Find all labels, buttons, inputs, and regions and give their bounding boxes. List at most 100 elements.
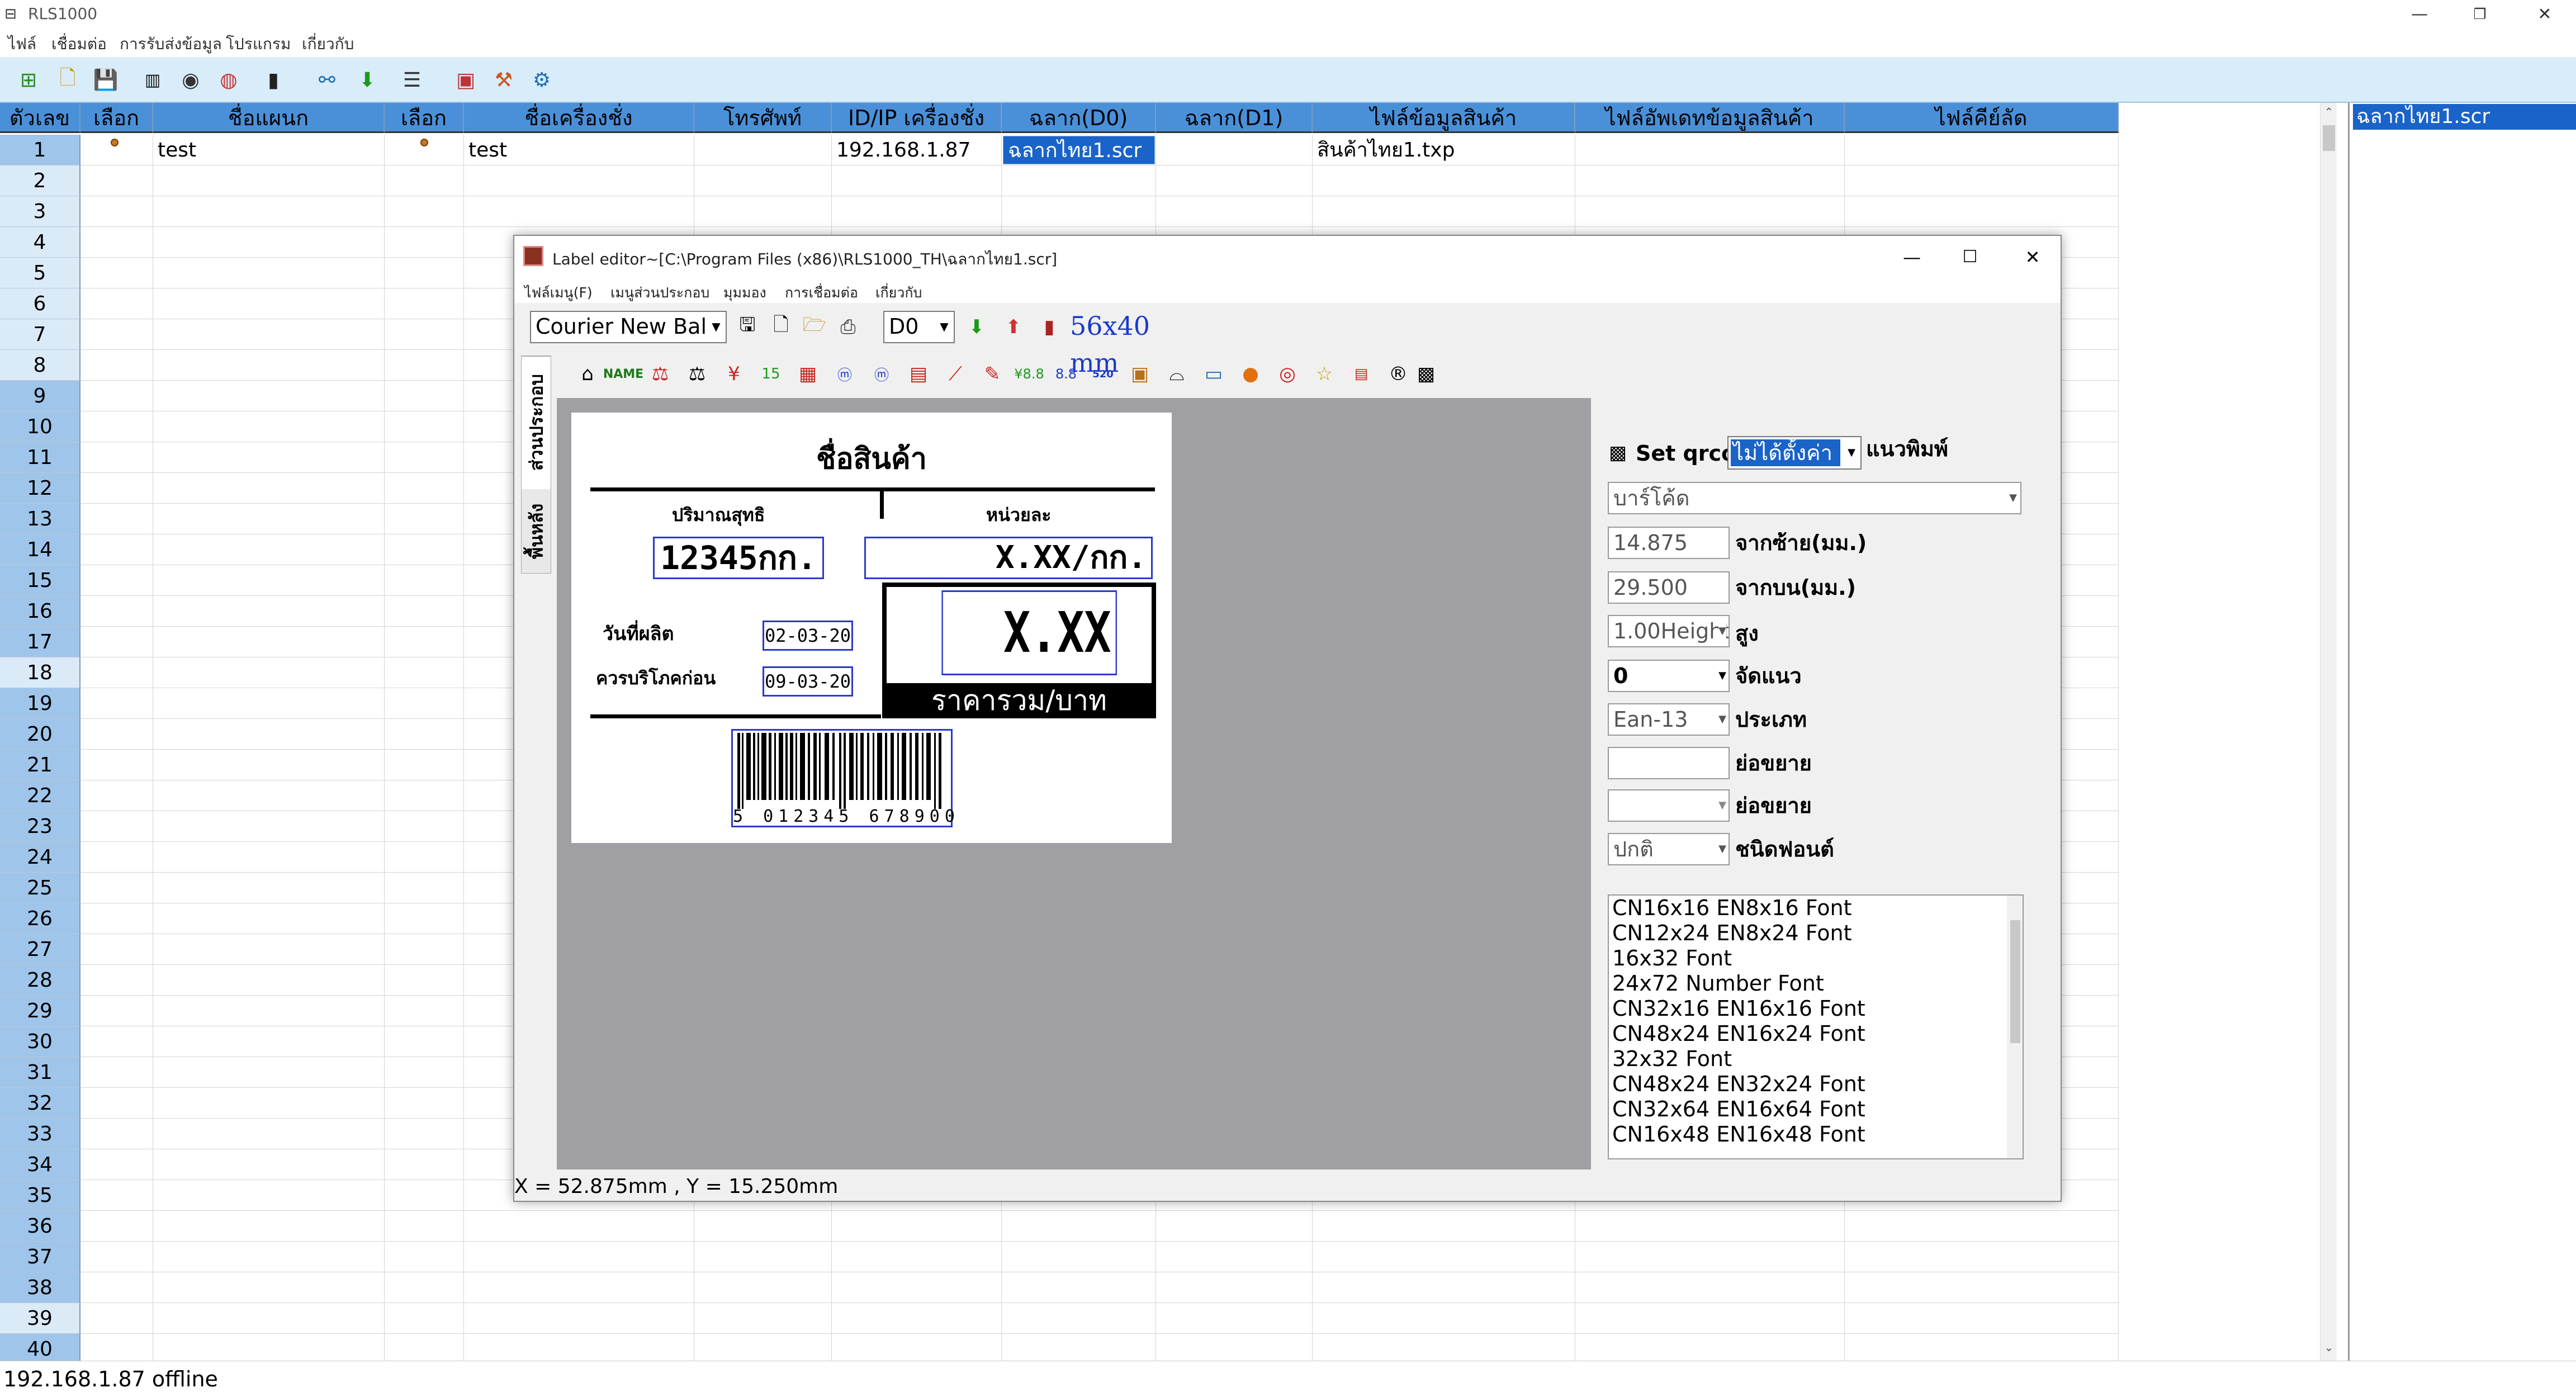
dialog-maximize-button[interactable]: ☐ [1953,241,1987,273]
dialog-minimize-button[interactable]: — [1895,241,1929,273]
font-list-item[interactable]: 24x72 Number Font [1609,971,2023,996]
grid-cell[interactable] [385,842,464,873]
grid-cell[interactable] [385,719,464,750]
grid-cell[interactable] [1313,1303,1575,1334]
grid-cell[interactable] [1313,1334,1575,1361]
grid-cell[interactable] [153,903,385,934]
grid-cell[interactable] [1002,196,1156,227]
grid-cell[interactable] [80,258,153,288]
label-product-name[interactable]: ชื่อสินค้า [571,435,1172,481]
grid-cell[interactable] [385,1211,464,1242]
grid-cell[interactable] [1313,1211,1575,1242]
grid-cell[interactable] [385,534,464,565]
menu-about[interactable]: เกี่ยวกับ [302,34,354,55]
row-number[interactable]: 14 [0,534,80,565]
grid-cell[interactable] [1575,1242,1845,1272]
m2-icon[interactable]: ⓜ [864,357,899,391]
grid-cell[interactable] [80,411,153,442]
grid-cell[interactable] [80,534,153,565]
scroll-thumb[interactable] [2323,125,2335,151]
draw-icon[interactable]: ✎ [975,357,1010,391]
grid-cell[interactable] [385,1119,464,1149]
row-number[interactable]: 37 [0,1242,80,1272]
yen-icon[interactable]: ¥ [717,357,751,391]
header-dept-name[interactable]: ชื่อแผนก [153,103,385,133]
font-combo[interactable]: Courier New Baltic ▼ [530,311,727,343]
label-unit-caption[interactable]: หน่วยละ [986,501,1051,529]
header-label-d1[interactable]: ฉลาก(D1) [1156,103,1313,133]
download-label-icon[interactable]: ⬇ [959,310,994,344]
printer-text-icon[interactable]: ▤ [901,357,936,391]
grid-cell[interactable] [385,165,464,196]
row-number[interactable]: 26 [0,903,80,934]
grid-cell[interactable] [153,319,385,350]
grid-cell[interactable] [80,873,153,903]
grid-cell[interactable] [1845,196,2119,227]
grid-cell[interactable] [694,1211,832,1242]
grid-cell[interactable] [80,965,153,996]
grid-cell[interactable] [153,1211,385,1242]
label-mfg-caption[interactable]: วันที่ผลิต [603,618,674,648]
new-file-icon[interactable]: 🗋 [51,64,84,96]
row-number[interactable]: 33 [0,1119,80,1149]
grid-cell[interactable] [153,350,385,381]
row-number[interactable]: 18 [0,657,80,688]
grid-cell[interactable] [153,1180,385,1211]
save-icon[interactable]: 💾 [89,64,122,96]
grid-cell[interactable] [1313,1272,1575,1303]
scale-icon[interactable]: ⚖ [680,357,714,391]
grid-cell[interactable] [153,965,385,996]
grid-cell[interactable] [694,1303,832,1334]
barcode-kind-combo[interactable]: Ean-13 ▼ [1608,703,1730,736]
grid-cell[interactable] [153,258,385,288]
grid-cell[interactable] [385,1334,464,1361]
grid-cell[interactable] [153,873,385,903]
font-list-item[interactable]: CN12x24 EN8x24 Font [1609,921,2023,946]
grid-cell[interactable] [80,842,153,873]
label-net-weight-caption[interactable]: ปริมาณสุทธิ [672,501,765,529]
row-number[interactable]: 6 [0,288,80,319]
text-box-icon[interactable]: ▤ [1344,357,1379,391]
grid-cell[interactable] [153,534,385,565]
grid-cell[interactable] [385,288,464,319]
grid-cell[interactable] [385,1149,464,1180]
row-number[interactable]: 1 [0,135,80,165]
grid-cell[interactable] [153,1119,385,1149]
circle-icon[interactable]: ● [1233,357,1268,391]
font-list-item[interactable]: 16x32 Font [1609,946,2023,971]
grid-cell[interactable] [1575,1303,1845,1334]
grid-cell[interactable] [80,1211,153,1242]
grid-cell[interactable] [153,473,385,504]
grid-cell[interactable] [1002,1303,1156,1334]
dmenu-file[interactable]: ไฟล์เมนู(F) [524,282,593,304]
row-number[interactable]: 5 [0,258,80,288]
grid-cell[interactable] [832,196,1002,227]
exit-icon[interactable]: ▮ [1032,310,1067,344]
grid-cell[interactable] [694,196,832,227]
grid-cell[interactable] [1845,1242,2119,1272]
print-icon[interactable]: ⎙ [831,310,865,344]
tab-background[interactable]: พื้นหลัง [522,489,551,573]
grid-cell[interactable] [80,196,153,227]
grid-cell[interactable] [80,996,153,1026]
grid-cell[interactable] [80,165,153,196]
star-icon[interactable]: ☆ [1307,357,1342,391]
grid-cell[interactable] [153,504,385,534]
grid-cell[interactable] [153,1026,385,1057]
row-number[interactable]: 16 [0,596,80,627]
add-department-icon[interactable]: ⊞ [12,64,45,96]
grid-cell[interactable] [80,442,153,473]
label-slot-combo[interactable]: D0 ▼ [883,311,955,343]
grid-cell[interactable] [1575,1211,1845,1242]
row-number[interactable]: 20 [0,719,80,750]
grid-cell[interactable] [80,381,153,411]
tools-icon[interactable]: ⚒ [487,64,520,96]
grid-cell[interactable] [832,1272,1002,1303]
grid-cell[interactable] [153,627,385,657]
grid-cell[interactable] [385,258,464,288]
grid-cell[interactable] [694,1242,832,1272]
globe-icon[interactable]: ◍ [212,64,245,96]
grid-cell[interactable] [80,504,153,534]
grid-cell[interactable] [385,565,464,596]
grid-cell[interactable] [1156,1242,1313,1272]
